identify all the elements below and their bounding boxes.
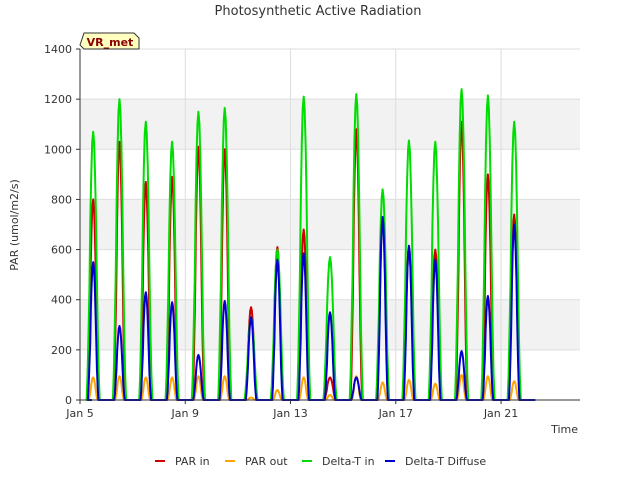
y-tick-label: 1200: [44, 93, 72, 106]
x-tick-label: Jan 17: [378, 407, 413, 420]
legend-item: Delta-T in: [302, 455, 375, 468]
y-axis-label: PAR (umol/m2/s): [8, 179, 21, 271]
y-tick-label: 400: [51, 294, 72, 307]
y-tick-label: 600: [51, 244, 72, 257]
grid-band: [80, 99, 580, 150]
legend-label: Delta-T Diffuse: [405, 455, 486, 468]
legend-item: Delta-T Diffuse: [385, 455, 486, 468]
grid-band: [80, 199, 580, 250]
x-axis-label: Time: [550, 423, 578, 436]
y-tick-label: 0: [65, 394, 72, 407]
par-chart: Photosynthetic Active Radiation 0 200 400 6…: [8, 4, 580, 468]
legend: PAR in PAR out Delta-T in Delta-T Diffuse: [155, 455, 486, 468]
site-badge: VR_met: [79, 32, 140, 50]
plot-area: [80, 49, 580, 400]
legend-item: PAR out: [225, 455, 288, 468]
legend-label: Delta-T in: [322, 455, 375, 468]
x-tick-labels: Jan 5 Jan 9 Jan 13 Jan 17 Jan 21: [65, 400, 518, 420]
grid-band: [80, 299, 580, 350]
y-tick-label: 1400: [44, 43, 72, 56]
y-tick-label: 200: [51, 344, 72, 357]
y-tick-label: 800: [51, 193, 72, 206]
x-tick-label: Jan 9: [171, 407, 199, 420]
site-badge-label: VR_met: [87, 36, 134, 49]
x-tick-label: Jan 21: [483, 407, 518, 420]
y-tick-labels: 0 200 400 600 800 1000 1200 1400: [44, 43, 80, 407]
x-tick-label: Jan 13: [272, 407, 307, 420]
chart-title: Photosynthetic Active Radiation: [215, 4, 422, 19]
legend-item: PAR in: [155, 455, 210, 468]
legend-label: PAR in: [175, 455, 210, 468]
y-tick-label: 1000: [44, 143, 72, 156]
x-tick-label: Jan 5: [65, 407, 93, 420]
legend-label: PAR out: [245, 455, 288, 468]
